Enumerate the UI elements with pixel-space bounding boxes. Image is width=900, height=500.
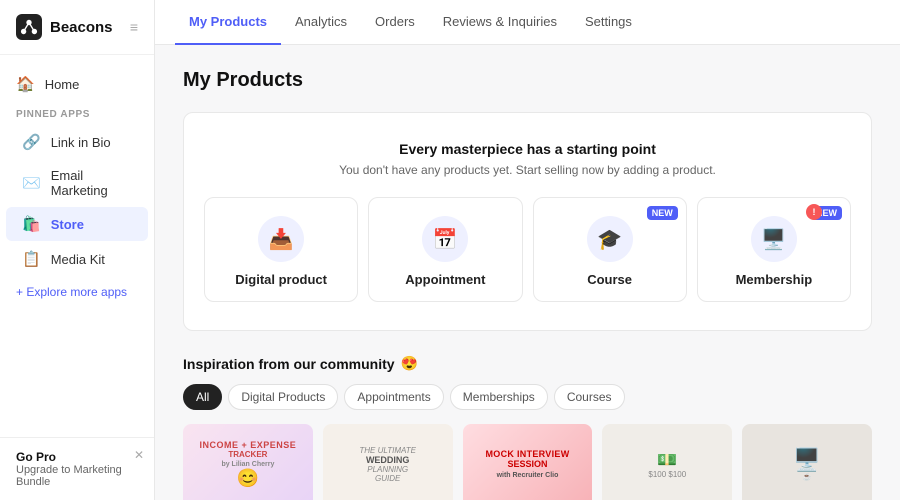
sidebar-nav: 🏠 Home PINNED APPS 🔗 Link in Bio ✉️ Emai… [0, 55, 154, 437]
media-kit-icon: 📋 [22, 250, 41, 268]
filter-memberships[interactable]: Memberships [450, 384, 548, 410]
top-nav: My Products Analytics Orders Reviews & I… [155, 0, 900, 45]
product-card-appointment[interactable]: 📅 Appointment [368, 197, 522, 302]
app-name: Beacons [50, 19, 113, 36]
tab-settings[interactable]: Settings [571, 0, 646, 45]
empty-state-title: Every masterpiece has a starting point [204, 141, 851, 157]
course-label: Course [544, 272, 676, 287]
filter-pills: All Digital Products Appointments Member… [183, 384, 872, 410]
membership-label: Membership [708, 272, 840, 287]
sidebar-item-email-marketing[interactable]: ✉️ Email Marketing [6, 160, 148, 206]
sidebar-item-link-in-bio[interactable]: 🔗 Link in Bio [6, 125, 148, 159]
mock-image: MOCK INTERVIEW SESSION with Recruiter Cl… [463, 424, 593, 500]
appointment-icon: 📅 [422, 216, 468, 262]
red-badge-membership: ! [806, 204, 822, 220]
empty-state-subtitle: You don't have any products yet. Start s… [204, 163, 851, 177]
product-card-course[interactable]: NEW 🎓 Course [533, 197, 687, 302]
course-icon: 🎓 [587, 216, 633, 262]
page-title: My Products [183, 69, 872, 92]
sidebar-footer: Go Pro Upgrade to Marketing Bundle ✕ [0, 437, 154, 500]
community-card-private[interactable]: 💵 $100 $100 1:1 Private Session: 60 min … [602, 424, 732, 500]
ugc-image: 🖥️ ☕ [742, 424, 872, 500]
filter-digital-products[interactable]: Digital Products [228, 384, 338, 410]
income-image: INCOME + EXPENSE TRACKER by Lilian Cherr… [183, 424, 313, 500]
tab-reviews[interactable]: Reviews & Inquiries [429, 0, 571, 45]
store-icon: 🛍️ [22, 215, 41, 233]
private-image: 💵 $100 $100 [602, 424, 732, 500]
home-label: Home [45, 77, 80, 92]
filter-all[interactable]: All [183, 384, 222, 410]
store-label: Store [51, 217, 84, 232]
sidebar-item-home[interactable]: 🏠 Home [0, 67, 154, 101]
new-badge-course: NEW [647, 206, 678, 220]
pinned-apps-label: PINNED APPS [0, 101, 154, 124]
filter-courses[interactable]: Courses [554, 384, 625, 410]
product-card-membership[interactable]: NEW ! 🖥️ Membership [697, 197, 851, 302]
community-cards: INCOME + EXPENSE TRACKER by Lilian Cherr… [183, 424, 872, 500]
product-card-digital[interactable]: 📥 Digital product [204, 197, 358, 302]
email-marketing-label: Email Marketing [51, 168, 132, 198]
tab-analytics[interactable]: Analytics [281, 0, 361, 45]
sidebar-item-media-kit[interactable]: 📋 Media Kit [6, 242, 148, 276]
community-card-mock[interactable]: MOCK INTERVIEW SESSION with Recruiter Cl… [463, 424, 593, 500]
main-area: My Products Analytics Orders Reviews & I… [155, 0, 900, 500]
community-card-wedding[interactable]: THE ULTIMATE WEDDING PLANNING GUIDE The … [323, 424, 453, 500]
menu-icon[interactable]: ≡ [130, 19, 138, 35]
product-type-cards: 📥 Digital product 📅 Appointment NEW 🎓 Co… [204, 197, 851, 302]
go-pro-subtitle: Upgrade to Marketing Bundle [16, 464, 138, 488]
filter-appointments[interactable]: Appointments [344, 384, 443, 410]
community-card-income[interactable]: INCOME + EXPENSE TRACKER by Lilian Cherr… [183, 424, 313, 500]
tab-my-products[interactable]: My Products [175, 0, 281, 45]
community-header: Inspiration from our community 😍 [183, 355, 872, 372]
content-area: My Products Every masterpiece has a star… [155, 45, 900, 500]
email-icon: ✉️ [22, 174, 41, 192]
empty-state-card: Every masterpiece has a starting point Y… [183, 112, 872, 331]
go-pro-title: Go Pro [16, 450, 138, 464]
membership-icon: 🖥️ [751, 216, 797, 262]
home-icon: 🏠 [16, 75, 35, 93]
sidebar: Beacons ≡ 🏠 Home PINNED APPS 🔗 Link in B… [0, 0, 155, 500]
digital-label: Digital product [215, 272, 347, 287]
community-card-ugc[interactable]: 🖥️ ☕ My UGC Community [742, 424, 872, 500]
appointment-label: Appointment [379, 272, 511, 287]
media-kit-label: Media Kit [51, 252, 105, 267]
sidebar-item-store[interactable]: 🛍️ Store [6, 207, 148, 241]
link-in-bio-label: Link in Bio [51, 135, 111, 150]
explore-more[interactable]: + Explore more apps [0, 277, 154, 307]
community-title: Inspiration from our community [183, 356, 395, 372]
community-emoji: 😍 [401, 355, 418, 372]
link-icon: 🔗 [22, 133, 41, 151]
tab-orders[interactable]: Orders [361, 0, 429, 45]
wedding-image: THE ULTIMATE WEDDING PLANNING GUIDE [323, 424, 453, 500]
explore-label: + Explore more apps [16, 285, 127, 299]
digital-icon: 📥 [258, 216, 304, 262]
sidebar-logo: Beacons ≡ [0, 0, 154, 55]
close-footer-button[interactable]: ✕ [134, 448, 144, 462]
community-section: Inspiration from our community 😍 All Dig… [183, 355, 872, 500]
logo-icon [16, 14, 42, 40]
